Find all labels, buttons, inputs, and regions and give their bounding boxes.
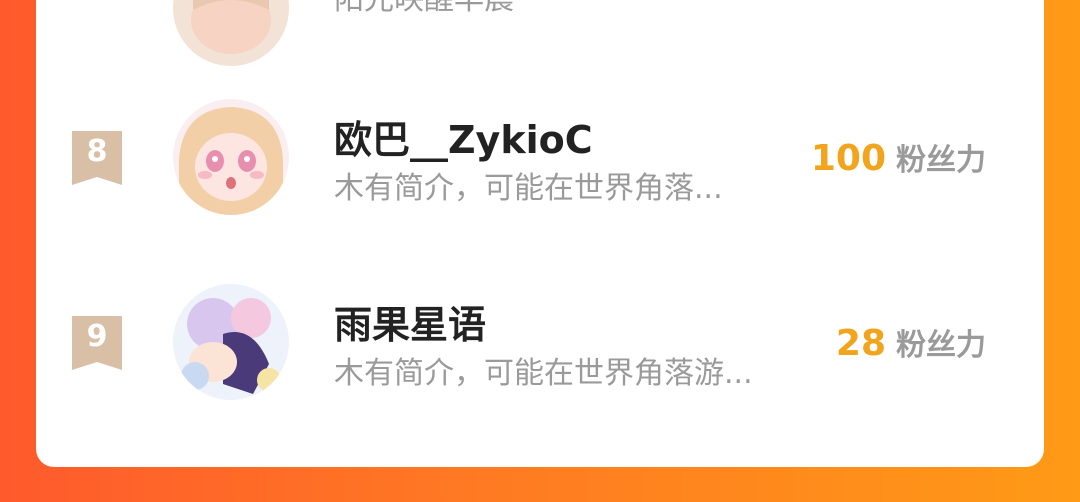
avatar[interactable]: [173, 284, 289, 400]
user-name[interactable]: 欧巴__ZykioC: [334, 109, 593, 164]
fans-label: 粉丝力: [896, 328, 986, 363]
list-item[interactable]: 9 雨果星语 木有简介，可能在世界角落游... 28 粉丝力: [36, 282, 1044, 402]
rank-badge: 8: [72, 131, 122, 185]
fans-power: 100 粉丝力: [811, 135, 986, 179]
avatar[interactable]: [173, 0, 289, 66]
user-name[interactable]: 雨果星语: [334, 294, 486, 349]
user-bio: 阳光映醒早晨: [334, 0, 514, 18]
user-bio: 木有简介，可能在世界角落游...: [334, 356, 753, 391]
fans-power: 28 粉丝力: [836, 320, 986, 364]
fans-count: 100: [810, 138, 886, 179]
list-item[interactable]: 阳光映醒早晨: [36, 0, 1044, 70]
fans-count: 28: [835, 323, 886, 364]
fans-label: 粉丝力: [896, 143, 986, 178]
ranking-card: 阳光映醒早晨 8 欧巴__ZykioC 木有简介，可能在世: [36, 0, 1044, 467]
avatar[interactable]: [173, 99, 289, 215]
user-bio: 木有简介，可能在世界角落...: [334, 171, 723, 206]
rank-badge: 9: [72, 316, 122, 370]
list-item[interactable]: 8 欧巴__ZykioC 木有简介，可能在世界角落... 100 粉丝力: [36, 97, 1044, 217]
